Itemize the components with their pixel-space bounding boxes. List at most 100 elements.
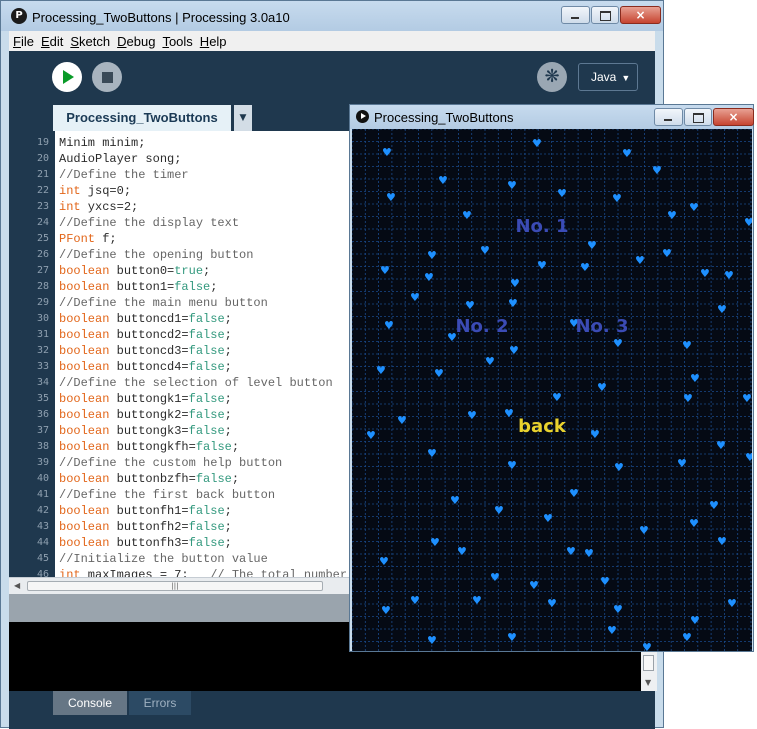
heart-icon: ♥: [727, 597, 737, 610]
tab-console[interactable]: Console: [53, 691, 127, 715]
stop-icon: [102, 72, 113, 83]
line-number: 41: [36, 489, 49, 500]
menu-tools[interactable]: Tools: [158, 34, 195, 49]
heart-icon: ♥: [480, 244, 490, 257]
heart-icon: ♥: [682, 631, 692, 644]
heart-icon: ♥: [472, 594, 482, 607]
heart-icon: ♥: [485, 355, 495, 368]
menu-debug[interactable]: Debug: [113, 34, 158, 49]
line-number: 27: [36, 265, 49, 276]
menu-label: ile: [20, 33, 34, 49]
console-scrollbar[interactable]: ▼: [641, 651, 657, 691]
heart-icon: ♥: [504, 407, 514, 420]
heart-icon: ♥: [716, 439, 726, 452]
code-text: AudioPlayer song;: [59, 152, 182, 166]
code-text: boolean buttoncd1=false;: [59, 312, 232, 326]
line-number: 30: [36, 313, 49, 324]
heart-icon: ♥: [384, 319, 394, 332]
sketch-minimize-button[interactable]: [654, 108, 683, 126]
horizontal-scrollbar[interactable]: ◀ |||: [9, 577, 351, 594]
ide-titlebar[interactable]: P Processing_TwoButtons | Processing 3.0…: [1, 1, 663, 31]
tab-menu-button[interactable]: ▼: [234, 105, 252, 131]
heart-icon: ♥: [382, 146, 392, 159]
menu-mnemonic: F: [13, 33, 21, 49]
heart-icon: ♥: [465, 299, 475, 312]
heart-icon: ♥: [744, 216, 752, 229]
processing-logo-icon: P: [11, 8, 27, 24]
code-text: //Define the selection of level button: [59, 376, 333, 390]
code-text: Minim minim;: [59, 136, 146, 150]
heart-icon: ♥: [635, 254, 645, 267]
close-button[interactable]: ×: [620, 6, 661, 24]
heart-icon: ♥: [642, 641, 652, 651]
minimize-icon: [664, 119, 672, 121]
console-scroll-thumb[interactable]: [643, 655, 654, 671]
menu-label: ools: [168, 33, 193, 49]
heart-icon: ♥: [450, 494, 460, 507]
tab-processing-twobuttons[interactable]: Processing_TwoButtons: [53, 105, 231, 131]
minimize-button[interactable]: [561, 6, 590, 24]
debug-button[interactable]: ❋: [537, 62, 567, 92]
line-number: 25: [36, 233, 49, 244]
sketch-window: Processing_TwoButtons × ♥ ♥ ♥ ♥ ♥ ♥ ♥ ♥ ♥ ♥ ♥ ♥ ♥ ♥ ♥ ♥…: [349, 104, 754, 652]
code-text: boolean buttonfh3=false;: [59, 536, 232, 550]
heart-icon: ♥: [652, 164, 662, 177]
heart-icon: ♥: [410, 594, 420, 607]
sketch-close-button[interactable]: ×: [713, 108, 754, 126]
line-number: 42: [36, 505, 49, 516]
line-number: 44: [36, 537, 49, 548]
heart-icon: ♥: [467, 409, 477, 422]
heart-icon: ♥: [613, 337, 623, 350]
menu-label: ebug: [126, 33, 156, 49]
heart-icon: ♥: [410, 291, 420, 304]
menu-mnemonic: D: [117, 33, 127, 49]
heart-icon: ♥: [717, 535, 727, 548]
line-number: 45: [36, 553, 49, 564]
scrollbar-thumb[interactable]: |||: [27, 581, 323, 591]
ide-window-title: Processing_TwoButtons | Processing 3.0a1…: [32, 10, 290, 25]
stop-button[interactable]: [92, 62, 122, 92]
menu-file[interactable]: File: [9, 34, 37, 49]
line-number: 31: [36, 329, 49, 340]
menu-label: elp: [209, 33, 227, 49]
line-number: 39: [36, 457, 49, 468]
heart-icon: ♥: [427, 249, 437, 262]
heart-icon: ♥: [490, 571, 500, 584]
sketch-titlebar[interactable]: Processing_TwoButtons ×: [350, 105, 754, 129]
mode-selector[interactable]: Java ▼: [578, 63, 638, 91]
code-text: boolean buttongk2=false;: [59, 408, 232, 422]
no2-button[interactable]: No. 2: [455, 316, 508, 337]
sketch-maximize-button[interactable]: [684, 108, 712, 126]
heart-icon: ♥: [379, 555, 389, 568]
sketch-canvas[interactable]: ♥ ♥ ♥ ♥ ♥ ♥ ♥ ♥ ♥ ♥ ♥ ♥ ♥ ♥ ♥ ♥ ♥ ♥ ♥ ♥ ♥ ♥ ♥ ♥ ♥ ♥ ♥ ♥ ♥ ♥ ♥ ♥ ♥ ♥ ♥ ♥ ♥ ♥ ♥ ♥…: [352, 129, 752, 651]
heart-icon: ♥: [507, 459, 517, 472]
menu-edit[interactable]: Edit: [37, 34, 66, 49]
heart-icon: ♥: [509, 344, 519, 357]
heart-icon: ♥: [376, 364, 386, 377]
code-text: boolean buttoncd4=false;: [59, 360, 232, 374]
no3-button[interactable]: No. 3: [575, 316, 628, 337]
menu-sketch[interactable]: Sketch: [66, 34, 113, 49]
no1-button[interactable]: No. 1: [515, 216, 568, 237]
line-number: 22: [36, 185, 49, 196]
menu-help[interactable]: Help: [196, 34, 230, 49]
line-number: 20: [36, 153, 49, 164]
heart-icon: ♥: [547, 597, 557, 610]
line-number: 46: [36, 569, 49, 577]
maximize-button[interactable]: [591, 6, 619, 24]
code-text: boolean button1=false;: [59, 280, 218, 294]
run-button[interactable]: [52, 62, 82, 92]
heart-icon: ♥: [457, 545, 467, 558]
heart-icon: ♥: [667, 209, 677, 222]
code-text: boolean buttonfh2=false;: [59, 520, 232, 534]
footer-tabs: Console Errors: [9, 691, 655, 729]
heart-icon: ♥: [427, 634, 437, 647]
heart-icon: ♥: [438, 174, 448, 187]
line-number: 40: [36, 473, 49, 484]
tab-errors[interactable]: Errors: [129, 691, 191, 715]
back-button[interactable]: back: [518, 416, 567, 437]
code-text: //Define the main menu button: [59, 296, 268, 310]
heart-icon: ♥: [507, 631, 517, 644]
heart-icon: ♥: [397, 414, 407, 427]
heart-icon: ♥: [434, 367, 444, 380]
